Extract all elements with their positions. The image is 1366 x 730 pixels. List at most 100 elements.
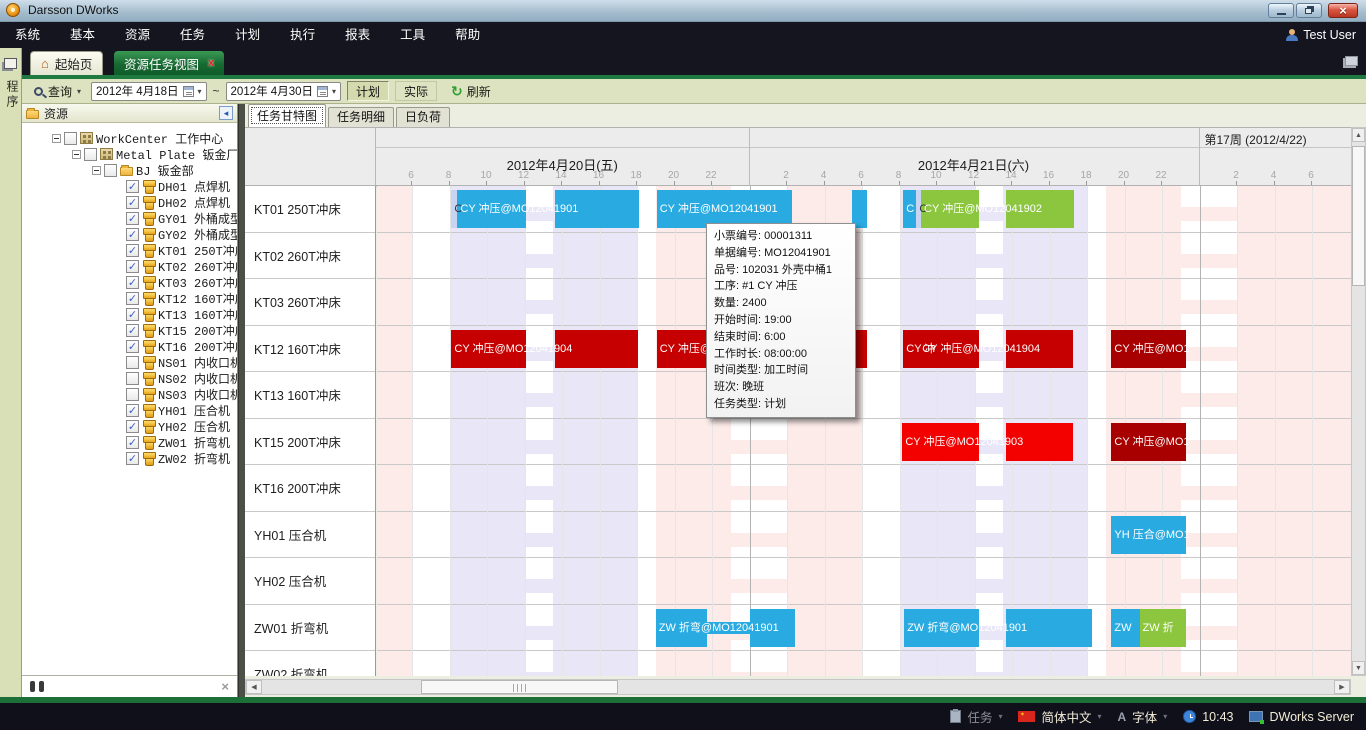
window-list-icon[interactable] <box>1345 56 1358 66</box>
scroll-down-icon[interactable]: ▼ <box>1352 661 1365 675</box>
tab-home-page[interactable]: ⌂ 起始页 <box>30 51 103 75</box>
restore-button[interactable] <box>1296 3 1322 18</box>
date-to-field[interactable]: 2012年 4月30日 ▾ <box>226 82 341 101</box>
tree-item[interactable]: ✓KT12 160T冲床 <box>22 290 237 306</box>
tree-checkbox[interactable]: ✓ <box>126 340 139 353</box>
menu-item-工具[interactable]: 工具 <box>385 22 440 48</box>
tree-item[interactable]: ✓GY01 外桶成型机 <box>22 210 237 226</box>
plan-toggle-button[interactable]: 计划 <box>347 81 389 101</box>
tree-item[interactable]: ✓KT01 250T冲床 <box>22 242 237 258</box>
tree-item[interactable]: BJ 钣金部 <box>22 162 237 178</box>
tree-checkbox[interactable] <box>126 372 139 385</box>
tree-checkbox[interactable]: ✓ <box>126 324 139 337</box>
tree-checkbox[interactable]: ✓ <box>126 180 139 193</box>
tree-checkbox[interactable]: ✓ <box>126 228 139 241</box>
tree-checkbox[interactable]: ✓ <box>126 404 139 417</box>
tree-item[interactable]: ✓KT15 200T冲床 <box>22 322 237 338</box>
view-tab-任务明细[interactable]: 任务明细 <box>328 107 394 127</box>
menu-item-基本[interactable]: 基本 <box>55 22 110 48</box>
collapse-panel-button[interactable]: ◂ <box>219 106 233 120</box>
tree-expander-icon[interactable] <box>72 150 81 159</box>
tooltip-line: 工作时长: 08:00:00 <box>714 346 848 363</box>
tree-checkbox[interactable] <box>126 388 139 401</box>
menu-item-任务[interactable]: 任务 <box>165 22 220 48</box>
collapsed-panel-strip[interactable]: 程序 <box>0 48 22 697</box>
tree-item[interactable]: NS02 内收口机 <box>22 370 237 386</box>
tree-checkbox[interactable]: ✓ <box>126 244 139 257</box>
date-from-field[interactable]: 2012年 4月18日 ▾ <box>91 82 206 101</box>
horizontal-scrollbar[interactable]: ◀ ▶ <box>245 679 1351 695</box>
tree-checkbox[interactable] <box>84 148 97 161</box>
menu-item-报表[interactable]: 报表 <box>330 22 385 48</box>
tree-expander-icon[interactable] <box>52 134 61 143</box>
folder-icon <box>26 110 39 119</box>
gantt-row-label: KT12 160T冲床 <box>245 326 376 373</box>
tree-item[interactable]: ✓KT13 160T冲床 <box>22 306 237 322</box>
status-item-任务[interactable]: 任务▾ <box>950 707 1002 726</box>
hour-tick-label: 20 <box>668 170 679 181</box>
panel-splitter[interactable] <box>238 104 245 697</box>
minimize-button[interactable] <box>1268 3 1294 18</box>
tree-checkbox[interactable]: ✓ <box>126 276 139 289</box>
tab-resource-task-view[interactable]: 资源任务视图 x <box>114 51 224 75</box>
tree-item[interactable]: ✓GY02 外桶成型机 <box>22 226 237 242</box>
view-tab-日负荷[interactable]: 日负荷 <box>396 107 450 127</box>
tree-checkbox[interactable]: ✓ <box>126 436 139 449</box>
scroll-right-icon[interactable]: ▶ <box>1334 680 1350 694</box>
tree-item[interactable]: ✓DH02 点焊机 <box>22 194 237 210</box>
tree-checkbox[interactable] <box>126 356 139 369</box>
status-item-10:43[interactable]: 10:43 <box>1183 710 1233 724</box>
menu-item-执行[interactable]: 执行 <box>275 22 330 48</box>
menu-item-资源[interactable]: 资源 <box>110 22 165 48</box>
current-user[interactable]: Test User <box>1286 22 1356 48</box>
tree-checkbox[interactable]: ✓ <box>126 452 139 465</box>
machine-icon <box>142 356 155 368</box>
vertical-scrollbar[interactable]: ▲ ▼ <box>1351 127 1366 676</box>
hour-tick-label: 22 <box>1155 170 1166 181</box>
tree-checkbox[interactable] <box>104 164 117 177</box>
close-button[interactable]: × <box>1328 3 1358 18</box>
tree-checkbox[interactable] <box>64 132 77 145</box>
menu-item-计划[interactable]: 计划 <box>220 22 275 48</box>
task-bar-label: ZW <box>1114 609 1131 647</box>
refresh-button[interactable]: ↻ 刷新 <box>451 83 491 100</box>
tree-item[interactable]: WorkCenter 工作中心 <box>22 130 237 146</box>
tree-checkbox[interactable]: ✓ <box>126 292 139 305</box>
tree-item[interactable]: NS03 内收口机 <box>22 386 237 402</box>
tree-item[interactable]: ✓KT02 260T冲床 <box>22 258 237 274</box>
tree-item[interactable]: ✓ZW01 折弯机 <box>22 434 237 450</box>
status-item-DWorks Server[interactable]: DWorks Server <box>1249 710 1354 724</box>
horizontal-scroll-thumb[interactable] <box>421 680 618 694</box>
menu-item-系统[interactable]: 系统 <box>0 22 55 48</box>
tree-checkbox[interactable]: ✓ <box>126 260 139 273</box>
binocular-icon[interactable] <box>30 681 44 692</box>
close-tab-icon[interactable]: x <box>208 57 214 69</box>
tree-item[interactable]: ✓KT03 260T冲床 <box>22 274 237 290</box>
tree-item[interactable]: ✓KT16 200T冲床 <box>22 338 237 354</box>
tree-checkbox[interactable]: ✓ <box>126 196 139 209</box>
query-button[interactable]: 查询 ▾ <box>30 82 85 101</box>
view-tab-任务甘特图[interactable]: 任务甘特图 <box>248 104 326 127</box>
tree-item[interactable]: Metal Plate 钣金厂 <box>22 146 237 162</box>
tree-item[interactable]: ✓YH02 压合机 <box>22 418 237 434</box>
tree-expander-icon[interactable] <box>92 166 101 175</box>
tree-item[interactable]: ✓DH01 点焊机 <box>22 178 237 194</box>
menu-item-帮助[interactable]: 帮助 <box>440 22 495 48</box>
tree-item[interactable]: NS01 内收口机 <box>22 354 237 370</box>
close-icon[interactable]: × <box>221 679 229 694</box>
tree-checkbox[interactable]: ✓ <box>126 212 139 225</box>
actual-toggle-button[interactable]: 实际 <box>395 81 437 101</box>
tree-checkbox[interactable]: ✓ <box>126 308 139 321</box>
task-bar-label: ZW 折弯@MO12041901 <box>659 609 779 647</box>
scroll-up-icon[interactable]: ▲ <box>1352 128 1365 142</box>
hour-tick-mark <box>411 181 412 185</box>
tree-checkbox[interactable]: ✓ <box>126 420 139 433</box>
calendar-icon <box>183 86 194 97</box>
status-item-简体中文[interactable]: 简体中文▾ <box>1018 707 1101 726</box>
vertical-scroll-thumb[interactable] <box>1352 146 1365 286</box>
tree-item[interactable]: ✓YH01 压合机 <box>22 402 237 418</box>
tree-item[interactable]: ✓ZW02 折弯机 <box>22 450 237 466</box>
hour-tick-label: 18 <box>1080 170 1091 181</box>
status-item-字体[interactable]: A字体▾ <box>1118 707 1168 726</box>
scroll-left-icon[interactable]: ◀ <box>246 680 262 694</box>
